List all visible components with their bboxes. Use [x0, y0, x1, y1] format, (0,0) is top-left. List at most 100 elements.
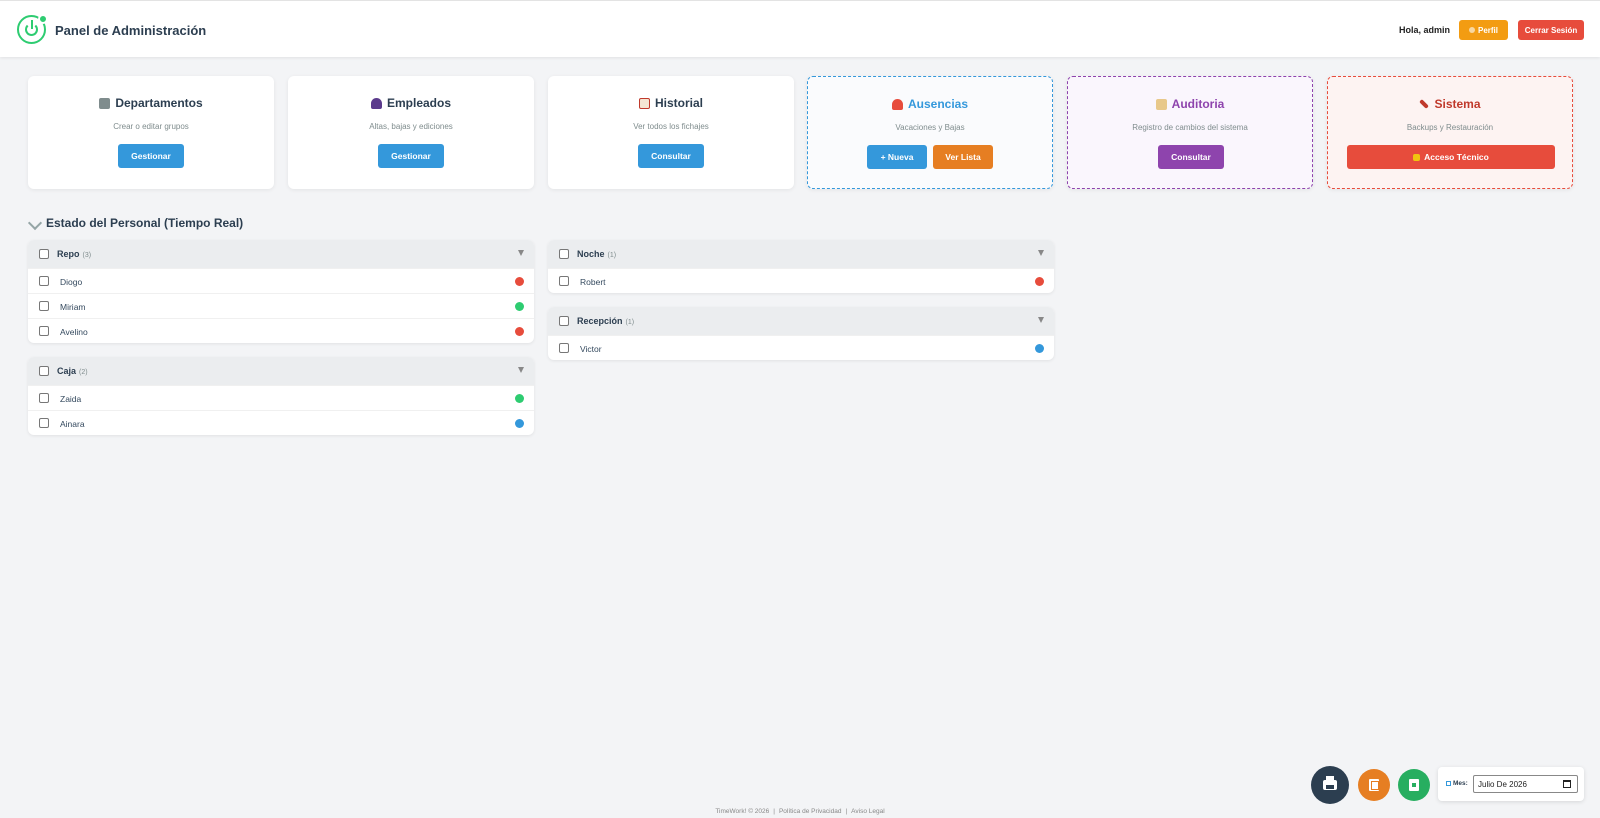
- card-subtitle: Backups y Restauración: [1406, 123, 1494, 132]
- chevron-down-icon[interactable]: [518, 367, 524, 373]
- list-item[interactable]: Diogo: [28, 268, 534, 293]
- card-subtitle: Registro de cambios del sistema: [1132, 123, 1248, 132]
- group-checkbox[interactable]: [39, 366, 49, 376]
- group-header[interactable]: Recepción (1): [548, 307, 1054, 335]
- list-item[interactable]: Ainara: [28, 410, 534, 435]
- employee-checkbox[interactable]: [39, 393, 49, 403]
- group-checkbox[interactable]: [559, 316, 569, 326]
- status-indicator: [515, 327, 524, 336]
- card-title-row: Ausencias: [808, 97, 1052, 111]
- group-checkbox[interactable]: [39, 249, 49, 259]
- copy-icon: [1369, 779, 1379, 791]
- technical-access-label: Acceso Técnico: [1424, 152, 1489, 162]
- employee-name: Victor: [580, 344, 602, 354]
- manage-departments-button[interactable]: Gestionar: [118, 144, 184, 168]
- card-empleados: Empleados Altas, bajas y ediciones Gesti…: [288, 76, 534, 189]
- list-item[interactable]: Avelino: [28, 318, 534, 343]
- employee-checkbox[interactable]: [39, 276, 49, 286]
- employee-checkbox[interactable]: [559, 343, 569, 353]
- month-selector: Mes: Julio De 2026: [1438, 767, 1584, 801]
- card-historial: Historial Ver todos los fichajes Consult…: [548, 76, 794, 189]
- card-title-row: Sistema: [1328, 97, 1572, 111]
- technical-access-button[interactable]: Acceso Técnico: [1347, 145, 1555, 169]
- month-input-value: Julio De 2026: [1478, 780, 1527, 789]
- chevron-down-icon[interactable]: [1038, 250, 1044, 256]
- group-caja: Caja (2) Zaida Ainara: [28, 357, 534, 435]
- group-recepcion: Recepción (1) Victor: [548, 307, 1054, 360]
- card-title: Empleados: [386, 96, 452, 110]
- logout-button[interactable]: Cerrar Sesión: [1518, 20, 1584, 40]
- manage-employees-button[interactable]: Gestionar: [378, 144, 444, 168]
- calendar-icon: [1446, 781, 1451, 786]
- new-absence-button[interactable]: + Nueva: [867, 145, 927, 169]
- employee-checkbox[interactable]: [39, 301, 49, 311]
- list-item[interactable]: Robert: [548, 268, 1054, 293]
- group-noche: Noche (1) Robert: [548, 240, 1054, 293]
- employee-name: Avelino: [60, 327, 88, 337]
- view-audit-button[interactable]: Consultar: [1158, 145, 1224, 169]
- view-absence-list-button[interactable]: Ver Lista: [933, 145, 993, 169]
- list-item[interactable]: Victor: [548, 335, 1054, 360]
- card-title: Departamentos: [115, 96, 203, 110]
- printer-icon: [1323, 776, 1337, 790]
- month-label-wrap: Mes:: [1446, 780, 1468, 787]
- user-greeting: Hola, admin: [1399, 25, 1451, 35]
- group-name: Noche (1): [577, 249, 616, 259]
- power-logo-icon: [17, 14, 48, 44]
- chevron-down-icon[interactable]: [1038, 317, 1044, 323]
- view-history-button[interactable]: Consultar: [638, 144, 704, 168]
- group-count: (3): [82, 252, 92, 259]
- card-departamentos: Departamentos Crear o editar grupos Gest…: [28, 76, 274, 189]
- scroll-icon: [1155, 98, 1167, 110]
- month-input[interactable]: Julio De 2026: [1473, 775, 1578, 793]
- status-indicator: [515, 394, 524, 403]
- group-name: Repo (3): [57, 249, 91, 259]
- tools-icon: [1419, 99, 1430, 109]
- list-item[interactable]: Miriam: [28, 293, 534, 318]
- group-header[interactable]: Noche (1): [548, 240, 1054, 268]
- copy-button[interactable]: [1358, 769, 1390, 801]
- employee-checkbox[interactable]: [39, 418, 49, 428]
- group-checkbox[interactable]: [559, 249, 569, 259]
- group-name-text: Repo: [57, 249, 80, 259]
- card-title: Historial: [654, 96, 703, 110]
- legal-link[interactable]: Aviso Legal: [851, 808, 885, 815]
- footer: TimeWork! © 2026 | Política de Privacidad |…: [715, 808, 885, 815]
- privacy-link[interactable]: Política de Privacidad: [779, 808, 842, 815]
- status-indicator: [1035, 277, 1044, 286]
- card-title: Ausencias: [907, 97, 969, 111]
- card-title-row: Empleados: [288, 96, 534, 110]
- group-header[interactable]: Caja (2): [28, 357, 534, 385]
- month-label: Mes:: [1453, 780, 1468, 787]
- page-title: Panel de Administración: [55, 23, 207, 38]
- excel-export-button[interactable]: [1398, 769, 1430, 801]
- user-icon: [370, 97, 382, 109]
- card-title: Sistema: [1434, 97, 1481, 111]
- copyright-text: TimeWork! © 2026: [715, 808, 770, 815]
- card-subtitle: Altas, bajas y ediciones: [369, 122, 453, 131]
- group-count: (1): [625, 319, 635, 326]
- clipboard-icon: [638, 97, 650, 109]
- print-button[interactable]: [1311, 766, 1349, 804]
- top-header: Panel de Administración Hola, admin Perf…: [0, 0, 1600, 57]
- calendar-picker-icon[interactable]: [1563, 780, 1571, 788]
- group-count: (1): [607, 252, 617, 259]
- section-title-text: Estado del Personal (Tiempo Real): [46, 216, 244, 230]
- chevron-down-icon[interactable]: [518, 250, 524, 256]
- employee-checkbox[interactable]: [559, 276, 569, 286]
- beach-icon: [891, 98, 903, 110]
- profile-button[interactable]: Perfil: [1459, 20, 1508, 40]
- status-indicator: [1035, 344, 1044, 353]
- employee-name: Diogo: [60, 277, 83, 287]
- group-name: Caja (2): [57, 366, 88, 376]
- card-title-row: Departamentos: [28, 96, 274, 110]
- card-title-row: Auditoria: [1068, 97, 1312, 111]
- staff-status-heading: Estado del Personal (Tiempo Real): [27, 215, 244, 231]
- group-count: (2): [79, 369, 88, 376]
- group-header[interactable]: Repo (3): [28, 240, 534, 268]
- profile-button-label: Perfil: [1477, 25, 1498, 35]
- list-item[interactable]: Zaida: [28, 385, 534, 410]
- employee-checkbox[interactable]: [39, 326, 49, 336]
- lock-icon: [1413, 153, 1421, 161]
- card-auditoria: Auditoria Registro de cambios del sistem…: [1067, 76, 1313, 189]
